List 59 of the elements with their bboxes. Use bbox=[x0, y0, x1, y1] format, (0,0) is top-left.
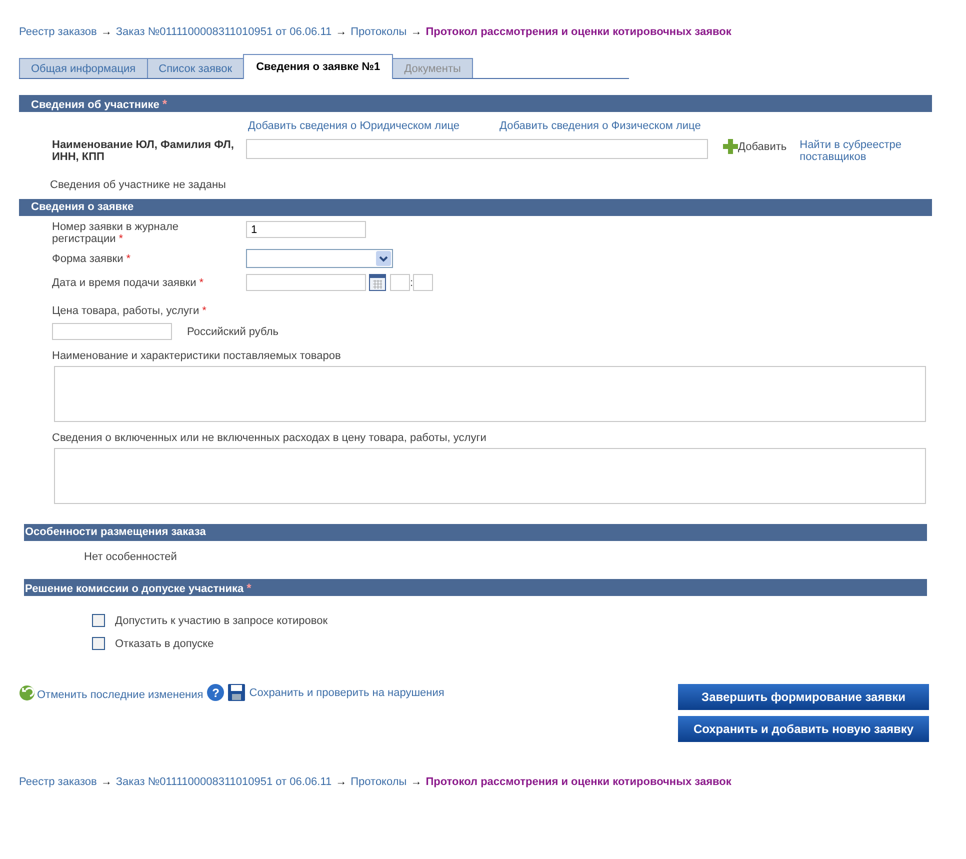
checkbox[interactable] bbox=[92, 614, 105, 627]
price-field[interactable] bbox=[52, 323, 172, 340]
undo-link[interactable]: Отменить последние изменения bbox=[37, 688, 204, 700]
section-header: Решение комиссии о допуске участника * bbox=[24, 579, 927, 596]
checkbox[interactable] bbox=[92, 637, 105, 650]
section-header: Сведения об участнике * bbox=[19, 95, 932, 112]
field-label: Наименование и характеристики поставляемых товаров bbox=[52, 350, 342, 362]
field-label: Цена товара, работы, услуги * bbox=[52, 305, 208, 317]
action-button[interactable]: Завершить формирование заявки bbox=[678, 684, 929, 710]
add-link[interactable]: Добавить сведения о Физическом лице bbox=[500, 120, 701, 132]
breadcrumb-arrow: → bbox=[336, 776, 347, 788]
features-note: Нет особенностей bbox=[84, 551, 178, 563]
tab[interactable]: Сведения о заявке №1 bbox=[243, 54, 394, 79]
section-header: Особенности размещения заказа bbox=[24, 524, 927, 541]
action-button[interactable]: Сохранить и добавить новую заявку bbox=[678, 716, 929, 742]
breadcrumb-arrow: → bbox=[100, 26, 112, 38]
breadcrumb-current: Протокол рассмотрения и оценки котировочных заявок bbox=[426, 26, 732, 38]
breadcrumb-link[interactable]: Протоколы bbox=[350, 776, 407, 788]
minute-field[interactable] bbox=[413, 274, 434, 291]
field-label: Дата и время подачи заявки * bbox=[52, 276, 205, 288]
section-header: Сведения о заявке bbox=[19, 199, 932, 216]
find-link[interactable]: Найти в субреестре поставщиков bbox=[800, 139, 920, 163]
tab[interactable]: Общая информация bbox=[19, 58, 148, 78]
add-link[interactable]: Добавить сведения о Юридическом лице bbox=[248, 120, 460, 132]
hour-field[interactable] bbox=[390, 274, 410, 291]
breadcrumb-link[interactable]: Заказ №0111100008311010951 от 06.06.11 bbox=[116, 26, 332, 38]
plus-icon bbox=[723, 139, 738, 154]
form-select[interactable] bbox=[246, 249, 393, 268]
breadcrumb-link[interactable]: Заказ №0111100008311010951 от 06.06.11 bbox=[116, 776, 332, 788]
tab[interactable]: Список заявок bbox=[146, 58, 244, 78]
time-separator: : bbox=[410, 276, 414, 288]
breadcrumb-arrow: → bbox=[100, 776, 112, 788]
calendar-icon[interactable] bbox=[369, 274, 386, 291]
caret-icon bbox=[376, 251, 391, 266]
participant-field[interactable] bbox=[246, 139, 708, 159]
checkbox-label: Отказать в допуске bbox=[115, 638, 214, 650]
field-label: Номер заявки в журнале регистрации * bbox=[52, 221, 180, 245]
currency-label: Российский рубль bbox=[187, 326, 278, 338]
number-field[interactable]: 1 bbox=[246, 221, 366, 238]
field-label: Наименование ЮЛ, Фамилия ФЛ, ИНН, КПП bbox=[51, 139, 235, 163]
empty-note: Сведения об участнике не заданы bbox=[50, 179, 227, 191]
undo-icon bbox=[19, 684, 35, 700]
checkbox-label: Допустить к участию в запросе котировок bbox=[115, 614, 328, 626]
breadcrumb-link[interactable]: Протоколы bbox=[350, 26, 407, 38]
save-check-link[interactable]: Сохранить и проверить на нарушения bbox=[249, 686, 444, 698]
breadcrumb-link[interactable]: Реестр заказов bbox=[19, 26, 97, 38]
breadcrumb-arrow: → bbox=[410, 26, 422, 38]
breadcrumb-arrow: → bbox=[336, 26, 347, 38]
date-field[interactable] bbox=[246, 274, 366, 291]
breadcrumb-link[interactable]: Реестр заказов bbox=[19, 776, 97, 788]
save-icon bbox=[228, 684, 246, 701]
help-icon[interactable]: ? bbox=[207, 684, 224, 701]
field-label: Сведения о включенных или не включенных расходах в цену товара, работы, услуги bbox=[52, 432, 488, 444]
breadcrumb-current: Протокол рассмотрения и оценки котировочных заявок bbox=[426, 776, 732, 788]
add-button[interactable]: Добавить bbox=[738, 140, 787, 152]
breadcrumb-arrow: → bbox=[410, 776, 422, 788]
field-label: Форма заявки * bbox=[52, 252, 132, 264]
expenses-field[interactable] bbox=[54, 448, 926, 504]
goods-field[interactable] bbox=[54, 366, 926, 422]
